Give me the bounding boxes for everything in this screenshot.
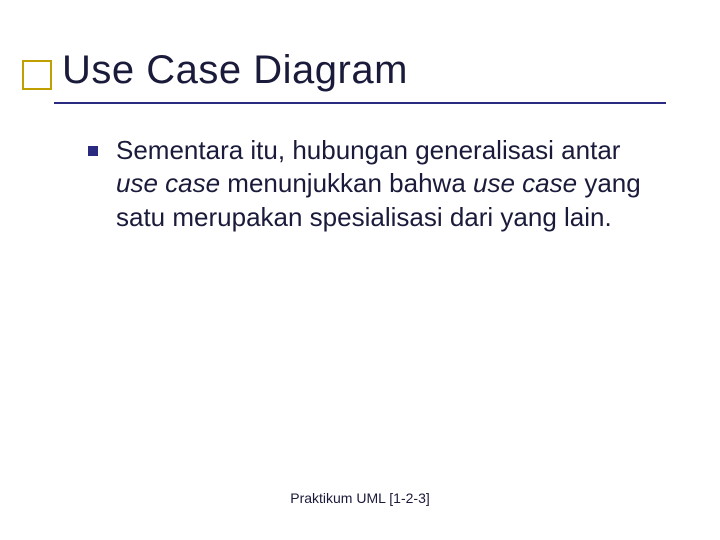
accent-square-icon xyxy=(22,60,52,90)
slide-title: Use Case Diagram xyxy=(62,48,408,93)
body-text: Sementara itu, hubungan generalisasi ant… xyxy=(84,134,664,234)
text-segment: Sementara itu, hubungan generalisasi ant… xyxy=(116,135,620,165)
slide-footer: Praktikum UML [1-2-3] xyxy=(0,490,720,506)
slide: Use Case Diagram Sementara itu, hubungan… xyxy=(0,0,720,540)
text-segment: menunjukkan bahwa xyxy=(220,168,473,198)
text-italic: use case xyxy=(473,168,577,198)
title-underline xyxy=(54,102,666,104)
bullet-paragraph: Sementara itu, hubungan generalisasi ant… xyxy=(116,134,664,234)
text-italic: use case xyxy=(116,168,220,198)
